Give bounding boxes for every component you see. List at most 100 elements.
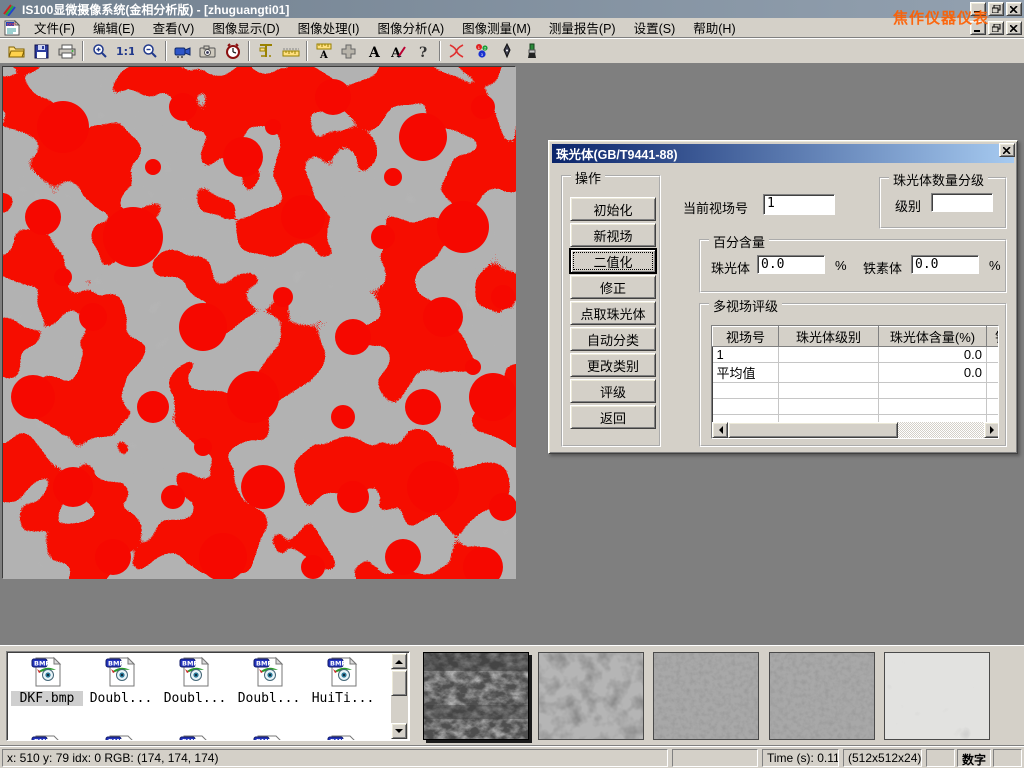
menu-help[interactable]: 帮助(H) bbox=[684, 16, 744, 39]
caliper-text-icon: A bbox=[316, 43, 332, 59]
measure-text-button[interactable]: A bbox=[311, 40, 336, 62]
close-button[interactable] bbox=[1006, 2, 1022, 16]
svg-text:A: A bbox=[319, 50, 328, 59]
file-item[interactable]: BMP bbox=[307, 734, 379, 741]
menu-image-measure[interactable]: 图像测量(M) bbox=[453, 16, 540, 39]
print-button[interactable] bbox=[54, 40, 79, 62]
menu-file[interactable]: 文件(F) bbox=[25, 16, 84, 39]
col-field-number[interactable]: 视场号 bbox=[713, 327, 779, 347]
timer-button[interactable] bbox=[220, 40, 245, 62]
camera-capture-button[interactable] bbox=[195, 40, 220, 62]
minimize-button[interactable] bbox=[970, 2, 986, 16]
pen-tool-button[interactable] bbox=[494, 40, 519, 62]
save-button[interactable] bbox=[29, 40, 54, 62]
pick-pearlite-button[interactable]: 点取珠光体 bbox=[570, 301, 656, 325]
restore-button[interactable] bbox=[988, 2, 1004, 16]
correct-button[interactable]: 修正 bbox=[570, 275, 656, 299]
classify-button[interactable]: 123 bbox=[469, 40, 494, 62]
table-row bbox=[713, 383, 1000, 399]
annotate-button[interactable]: A bbox=[386, 40, 411, 62]
change-class-button[interactable]: 更改类别 bbox=[570, 353, 656, 377]
menu-image-process[interactable]: 图像处理(I) bbox=[289, 16, 369, 39]
help-button[interactable]: ? bbox=[411, 40, 436, 62]
auto-classify-button[interactable]: 自动分类 bbox=[570, 327, 656, 351]
col-pearlite-grade[interactable]: 珠光体级别 bbox=[779, 327, 879, 347]
file-item[interactable]: BMP bbox=[233, 734, 305, 741]
window-title: IS100显微摄像系统(金相分析版) - [zhuguangti01] bbox=[22, 1, 289, 18]
rate-button[interactable]: 评级 bbox=[570, 379, 656, 403]
menu-image-analysis[interactable]: 图像分析(A) bbox=[368, 16, 453, 39]
file-item[interactable]: BMP DKF.bmp bbox=[11, 656, 83, 706]
open-button[interactable] bbox=[4, 40, 29, 62]
menu-edit[interactable]: 编辑(E) bbox=[84, 16, 144, 39]
col-ferrite[interactable]: 铁素体 bbox=[987, 327, 1000, 347]
thumbnail-5[interactable] bbox=[884, 652, 990, 740]
file-item[interactable]: BMP bbox=[159, 734, 231, 741]
ruler-button[interactable] bbox=[278, 40, 303, 62]
table-row bbox=[713, 399, 1000, 415]
child-minimize-button[interactable] bbox=[970, 21, 986, 35]
current-field-input[interactable]: 1 bbox=[763, 194, 835, 215]
toolbar-separator bbox=[165, 41, 167, 61]
bmp-file-icon: BMP bbox=[326, 734, 360, 741]
video-capture-button[interactable] bbox=[170, 40, 195, 62]
binarize-button[interactable]: 二值化 bbox=[570, 249, 656, 273]
svg-text:BMP: BMP bbox=[330, 738, 346, 742]
table-horizontal-scrollbar[interactable] bbox=[712, 422, 999, 438]
pearlite-percent-input[interactable]: 0.0 bbox=[757, 255, 825, 274]
svg-text:BMP: BMP bbox=[182, 738, 198, 742]
menu-report[interactable]: 测量报告(P) bbox=[540, 16, 625, 39]
grading-group-label: 珠光体数量分级 bbox=[889, 170, 988, 189]
menu-view[interactable]: 查看(V) bbox=[144, 16, 204, 39]
caliper-button[interactable] bbox=[253, 40, 278, 62]
new-field-button[interactable]: 新视场 bbox=[570, 223, 656, 247]
scroll-right-button[interactable] bbox=[984, 422, 999, 438]
file-item[interactable]: BMP Doubl... bbox=[233, 656, 305, 706]
scroll-left-button[interactable] bbox=[712, 422, 728, 438]
scrollbar-thumb[interactable] bbox=[391, 670, 407, 696]
file-list-scrollbar[interactable] bbox=[391, 653, 408, 739]
multi-field-table[interactable]: 视场号 珠光体级别 珠光体含量(%) 铁素体 1 0.0 平均值 0.0 bbox=[711, 325, 999, 439]
zoom-out-button[interactable] bbox=[137, 40, 162, 62]
menu-settings[interactable]: 设置(S) bbox=[625, 16, 685, 39]
curve-tool-button[interactable] bbox=[444, 40, 469, 62]
scroll-down-button[interactable] bbox=[391, 723, 407, 739]
file-item[interactable]: BMP bbox=[85, 734, 157, 741]
ferrite-percent-input[interactable]: 0.0 bbox=[911, 255, 979, 274]
dialog-close-button[interactable] bbox=[999, 143, 1015, 157]
toolbar-separator bbox=[82, 41, 84, 61]
child-close-button[interactable] bbox=[1006, 21, 1022, 35]
file-item[interactable]: BMP HuiTi... bbox=[307, 656, 379, 706]
scroll-up-button[interactable] bbox=[391, 653, 407, 669]
grading-group: 珠光体数量分级 级别 bbox=[879, 177, 1007, 229]
child-restore-button[interactable] bbox=[988, 21, 1004, 35]
svg-text:BMP: BMP bbox=[182, 660, 198, 668]
svg-text:BMP: BMP bbox=[256, 738, 272, 742]
zoom-in-button[interactable] bbox=[87, 40, 112, 62]
document-icon[interactable]: DOC bbox=[3, 20, 21, 36]
table-row[interactable]: 1 0.0 bbox=[713, 347, 1000, 363]
actual-size-button[interactable]: 1:1 bbox=[112, 40, 137, 62]
file-list[interactable]: BMP DKF.bmp BMP Doubl... BMP Doubl... BM… bbox=[6, 651, 410, 741]
col-pearlite-percent[interactable]: 珠光体含量(%) bbox=[879, 327, 987, 347]
merge-button[interactable] bbox=[336, 40, 361, 62]
return-button[interactable]: 返回 bbox=[570, 405, 656, 429]
active-image[interactable] bbox=[2, 66, 515, 578]
file-item[interactable]: BMP bbox=[11, 734, 83, 741]
menu-image-display[interactable]: 图像显示(D) bbox=[203, 16, 288, 39]
file-item[interactable]: BMP Doubl... bbox=[85, 656, 157, 706]
operation-group-label: 操作 bbox=[571, 168, 605, 187]
table-row[interactable]: 平均值 0.0 bbox=[713, 363, 1000, 383]
text-button[interactable]: A bbox=[361, 40, 386, 62]
thumbnail-2[interactable] bbox=[538, 652, 644, 740]
thumbnail-1[interactable] bbox=[423, 652, 529, 740]
init-button[interactable]: 初始化 bbox=[570, 197, 656, 221]
clock-icon bbox=[225, 43, 241, 59]
toolbar: 1:1 A A A ? 123 bbox=[0, 39, 1024, 64]
thumbnail-3[interactable] bbox=[653, 652, 759, 740]
scrollbar-thumb[interactable] bbox=[728, 422, 898, 438]
brush-tool-button[interactable] bbox=[519, 40, 544, 62]
file-item[interactable]: BMP Doubl... bbox=[159, 656, 231, 706]
thumbnail-4[interactable] bbox=[769, 652, 875, 740]
level-input[interactable] bbox=[931, 193, 993, 212]
